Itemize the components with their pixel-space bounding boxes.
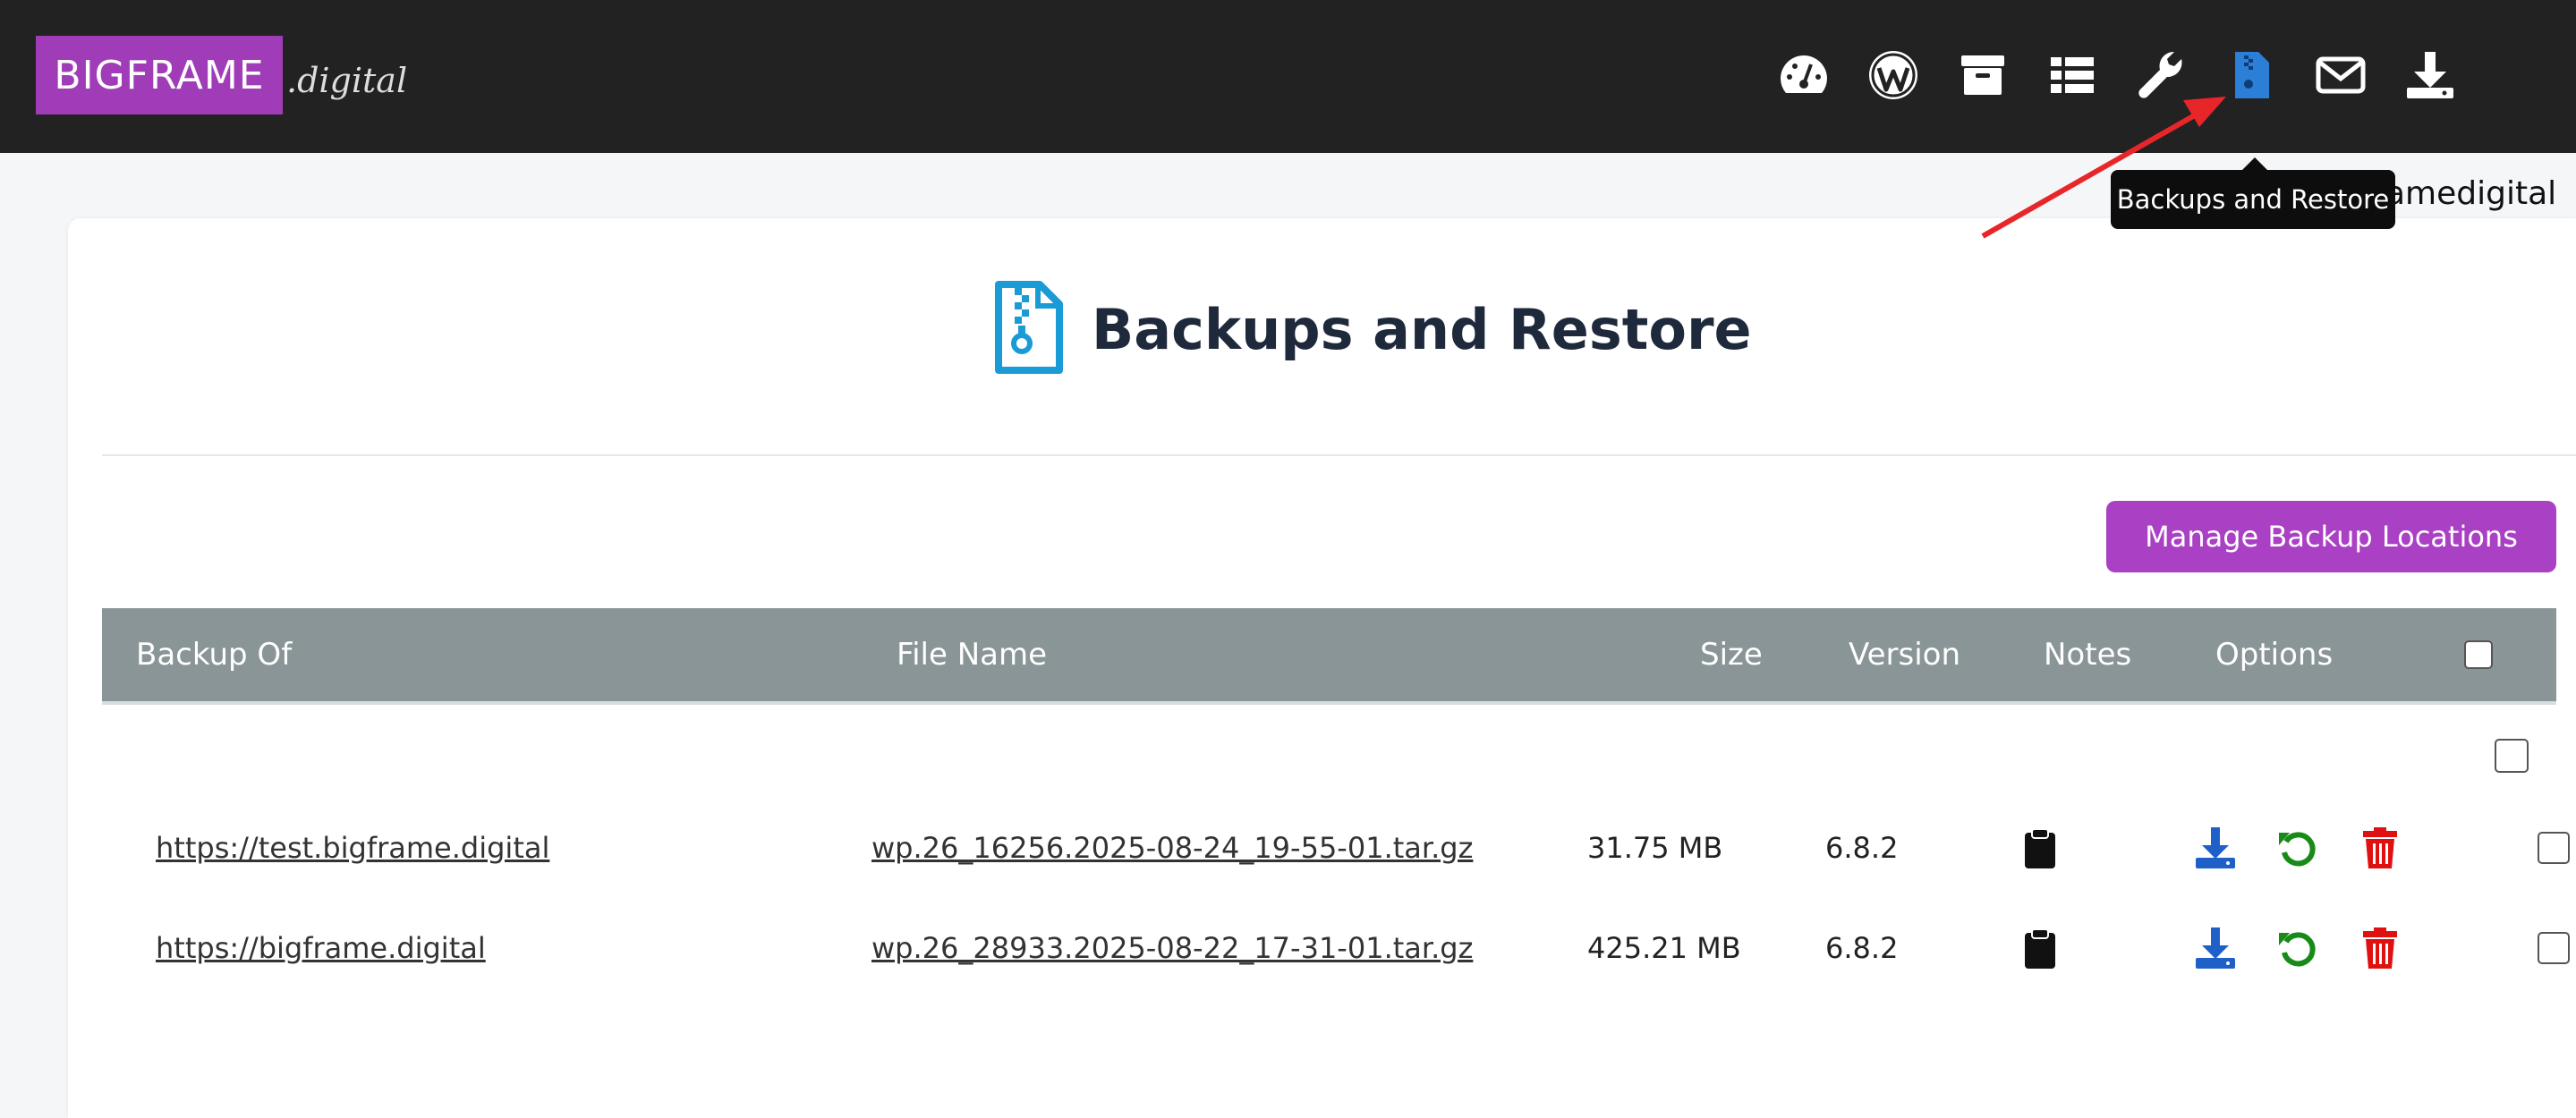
table-row: https://bigframe.digital wp.26_28933.202… — [102, 912, 2570, 984]
col-options[interactable]: Options — [2215, 608, 2333, 701]
tooltip-arrow — [2242, 157, 2267, 170]
col-backup-of[interactable]: Backup Of — [136, 608, 292, 701]
nav-tooltip: Backups and Restore — [2111, 170, 2395, 229]
page-header: Backups and Restore — [68, 281, 2576, 388]
table-row: https://test.bigframe.digital wp.26_1625… — [102, 812, 2570, 884]
delete-icon[interactable] — [2355, 923, 2405, 973]
list-icon[interactable] — [2040, 47, 2104, 104]
file-zipper-icon[interactable] — [2219, 47, 2283, 104]
version-value: 6.8.2 — [1825, 931, 1899, 965]
file-name-link[interactable]: wp.26_16256.2025-08-24_19-55-01.tar.gz — [871, 831, 1473, 865]
file-zipper-icon — [993, 281, 1065, 377]
envelope-icon[interactable] — [2308, 47, 2373, 104]
divider — [102, 454, 2576, 456]
wrench-icon[interactable] — [2130, 47, 2194, 104]
main-card: Backups and Restore Manage Backup Locati… — [68, 218, 2576, 1118]
brand-logo[interactable]: BIGFRAME .digital — [36, 36, 407, 114]
logo-main: BIGFRAME — [36, 36, 283, 114]
manage-backup-locations-button[interactable]: Manage Backup Locations — [2106, 501, 2556, 572]
dashboard-icon[interactable] — [1772, 47, 1836, 104]
row-checkbox[interactable] — [2495, 739, 2529, 773]
size-value: 31.75 MB — [1587, 831, 1723, 865]
clipboard-icon[interactable] — [2015, 923, 2065, 973]
row-checkbox[interactable] — [2538, 832, 2570, 864]
col-file-name[interactable]: File Name — [897, 608, 1047, 701]
row-checkbox[interactable] — [2538, 932, 2570, 964]
delete-icon[interactable] — [2355, 823, 2405, 873]
col-notes[interactable]: Notes — [2044, 608, 2131, 701]
page-title: Backups and Restore — [1092, 296, 1752, 362]
col-version[interactable]: Version — [1849, 608, 1960, 701]
user-name[interactable]: amedigital — [2385, 175, 2556, 212]
version-value: 6.8.2 — [1825, 831, 1899, 865]
top-bar: BIGFRAME .digital — [0, 0, 2576, 153]
title-wrap: Backups and Restore — [993, 281, 1752, 377]
table-header: Backup Of File Name Size Version Notes O… — [102, 608, 2556, 705]
logo-suffix: .digital — [286, 61, 408, 100]
clipboard-icon[interactable] — [2015, 823, 2065, 873]
archive-icon[interactable] — [1951, 47, 2015, 104]
size-value: 425.21 MB — [1587, 931, 1741, 965]
select-all-checkbox[interactable] — [2464, 640, 2493, 669]
download-icon[interactable] — [2398, 47, 2462, 104]
download-icon[interactable] — [2190, 823, 2240, 873]
file-name-link[interactable]: wp.26_28933.2025-08-22_17-31-01.tar.gz — [871, 931, 1473, 965]
backup-of-link[interactable]: https://bigframe.digital — [156, 931, 486, 965]
backup-of-link[interactable]: https://test.bigframe.digital — [156, 831, 549, 865]
download-icon[interactable] — [2190, 923, 2240, 973]
col-size[interactable]: Size — [1700, 608, 1763, 701]
restore-icon[interactable] — [2273, 823, 2323, 873]
restore-icon[interactable] — [2273, 923, 2323, 973]
wordpress-icon[interactable] — [1861, 47, 1926, 104]
